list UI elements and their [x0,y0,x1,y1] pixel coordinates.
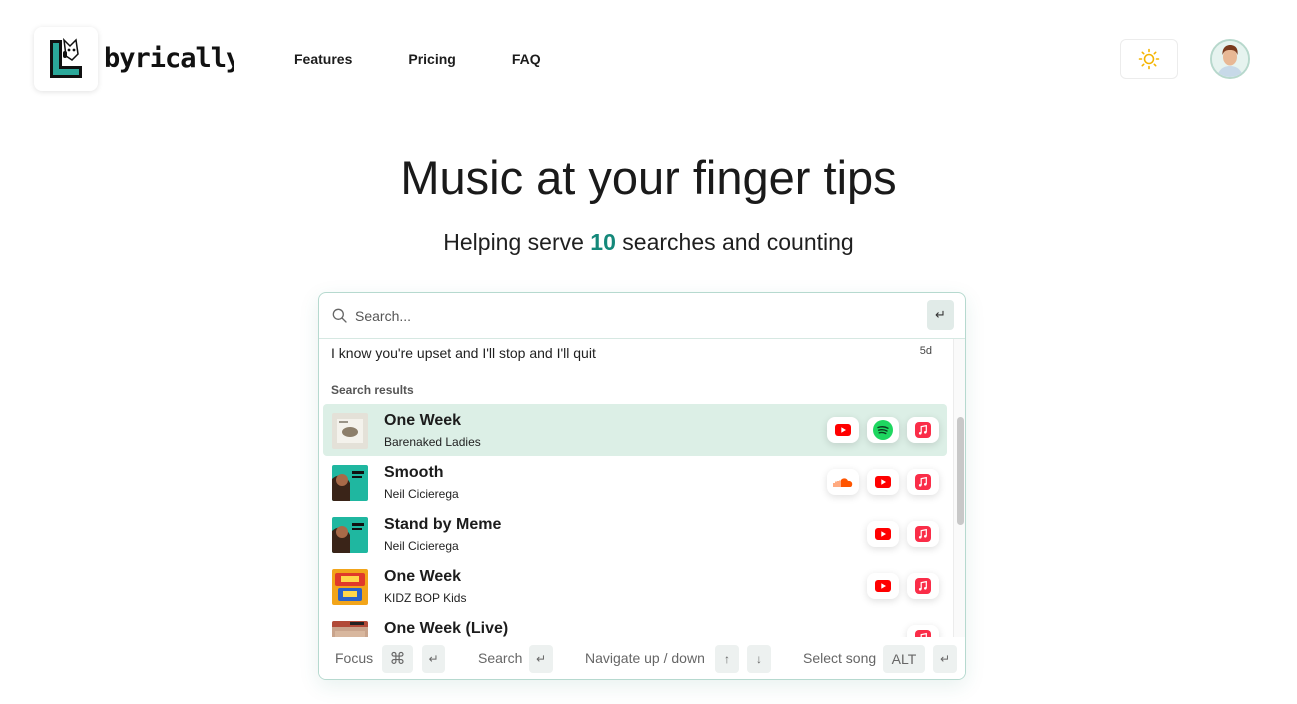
theme-toggle-button[interactable] [1120,39,1178,79]
song-title: Stand by Meme [384,516,502,533]
search-icon [332,308,347,323]
song-artist: KIDZ BOP Kids [384,591,467,605]
avatar-image [1212,41,1248,77]
soundcloud-icon [833,477,853,487]
result-row[interactable]: One Week KIDZ BOP Kids [323,560,947,612]
apple-music-icon [915,474,931,490]
enter-key: ↵ [529,645,553,673]
song-artist: Barenaked Ladies [384,435,481,449]
apple-music-button[interactable] [907,573,939,599]
result-row[interactable]: One Week (Live) [323,612,947,639]
search-bar: ↵ [319,293,965,339]
apple-music-button[interactable] [907,521,939,547]
apple-music-button[interactable] [907,417,939,443]
recent-search-time: 5d [919,345,932,357]
focus-label: Focus [335,650,374,666]
youtube-button[interactable] [867,469,899,495]
apple-music-button[interactable] [907,469,939,495]
youtube-button[interactable] [867,521,899,547]
main-nav: Features Pricing FAQ [294,51,541,67]
user-avatar[interactable] [1210,39,1250,79]
hero-sub-prefix: Helping serve [443,229,584,255]
nav-faq-link[interactable]: FAQ [512,51,541,67]
scrollbar-thumb[interactable] [957,417,964,525]
results-scrollbar[interactable] [953,339,965,639]
result-row[interactable]: One Week Barenaked Ladies [323,404,947,456]
recent-search-text: I know you're upset and I'll stop and I'… [331,345,596,361]
navigate-label: Navigate up / down [585,650,705,666]
apple-music-icon [915,526,931,542]
youtube-icon [875,476,891,488]
youtube-icon [875,528,891,540]
spotify-icon [873,420,893,440]
soundcloud-button[interactable] [827,469,859,495]
youtube-button[interactable] [867,573,899,599]
album-art [332,517,368,553]
search-submit-button[interactable]: ↵ [927,300,954,330]
result-row[interactable]: Stand by Meme Neil Cicierega [323,508,947,560]
select-song-label: Select song [803,650,877,666]
alt-key: ALT [883,645,925,673]
enter-key: ↵ [422,645,445,673]
cmd-key: ⌘ [382,645,413,673]
sun-icon [1138,48,1160,70]
search-panel: ↵ I know you're upset and I'll stop and … [318,292,966,680]
hero-sub-suffix: searches and counting [622,229,854,255]
result-row[interactable]: Smooth Neil Cicierega [323,456,947,508]
search-input[interactable] [355,304,915,328]
logo-icon [50,37,82,78]
song-artist: Neil Cicierega [384,487,459,501]
search-count: 10 [590,229,616,255]
search-shortcut-label: Search [478,650,523,666]
results-list[interactable]: I know you're upset and I'll stop and I'… [319,339,953,639]
album-art [332,465,368,501]
song-title: One Week [384,568,462,585]
brand-wordmark: byrically [104,43,234,74]
album-art [332,413,368,449]
hero-subtitle: Helping serve 10 searches and counting [0,229,1297,256]
apple-music-icon [915,578,931,594]
apple-music-icon [915,422,931,438]
svg-text:byrically: byrically [104,43,234,74]
logo[interactable] [34,27,98,91]
search-results-label: Search results [331,383,414,397]
song-title: One Week (Live) [384,620,509,637]
recent-search-item[interactable]: I know you're upset and I'll stop and I'… [331,345,939,361]
song-title: Smooth [384,464,444,481]
song-title: One Week [384,412,462,429]
youtube-button[interactable] [827,417,859,443]
nav-pricing-link[interactable]: Pricing [408,51,455,67]
shortcut-footer: Focus ⌘ ↵ Search ↵ Navigate up / down ↑ … [319,637,965,679]
nav-features-link[interactable]: Features [294,51,352,67]
spotify-button[interactable] [867,417,899,443]
youtube-icon [875,580,891,592]
arrow-down-key: ↓ [747,645,771,673]
song-artist: Neil Cicierega [384,539,459,553]
arrow-up-key: ↑ [715,645,739,673]
hero-title: Music at your finger tips [400,151,897,204]
youtube-icon [835,424,851,436]
enter-key: ↵ [933,645,957,673]
album-art [332,569,368,605]
